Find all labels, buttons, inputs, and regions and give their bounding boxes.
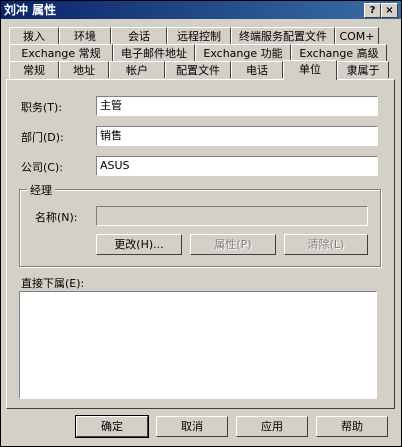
apply-button[interactable]: 应用 bbox=[236, 416, 308, 437]
manager-name-field bbox=[96, 206, 368, 226]
tab-environment[interactable]: 环境 bbox=[59, 27, 111, 44]
tab-member-of[interactable]: 隶属于 bbox=[337, 61, 389, 78]
change-button[interactable]: 更改(H)... bbox=[96, 234, 182, 255]
ok-button[interactable]: 确定 bbox=[75, 415, 149, 438]
properties-dialog: 刘冲 属性 ? × 拨入 环境 会话 远程控制 终端服务配置文件 COM+ Ex… bbox=[0, 0, 402, 447]
tab-dial-in[interactable]: 拨入 bbox=[9, 27, 59, 44]
manager-group-title: 经理 bbox=[27, 182, 55, 198]
cancel-button[interactable]: 取消 bbox=[156, 416, 228, 437]
direct-reports-label: 直接下属(E): bbox=[21, 277, 85, 290]
properties-button: 属性(P) bbox=[190, 234, 276, 255]
tab-terminal-services[interactable]: 终端服务配置文件 bbox=[231, 27, 335, 44]
title-label: 职务(T): bbox=[21, 101, 63, 114]
close-icon[interactable]: × bbox=[381, 3, 398, 18]
company-label: 公司(C): bbox=[21, 161, 63, 174]
help-button[interactable]: 帮助 bbox=[316, 416, 388, 437]
manager-name-label: 名称(N): bbox=[35, 211, 78, 224]
tab-general[interactable]: 常规 bbox=[9, 61, 59, 78]
tab-telephones[interactable]: 电话 bbox=[231, 61, 283, 78]
tab-exchange-general[interactable]: Exchange 常规 bbox=[9, 44, 113, 61]
direct-reports-list[interactable] bbox=[19, 291, 377, 399]
company-field[interactable]: ASUS bbox=[96, 156, 378, 176]
clear-button: 清除(L) bbox=[284, 234, 368, 255]
tab-address[interactable]: 地址 bbox=[59, 61, 109, 78]
tab-exchange-features[interactable]: Exchange 功能 bbox=[195, 44, 291, 61]
tab-account[interactable]: 帐户 bbox=[109, 61, 165, 78]
department-field[interactable]: 销售 bbox=[96, 126, 378, 146]
title-field[interactable]: 主管 bbox=[96, 96, 378, 116]
window-title: 刘冲 属性 bbox=[4, 3, 57, 17]
tab-remote-control[interactable]: 远程控制 bbox=[167, 27, 231, 44]
title-bar: 刘冲 属性 ? × bbox=[1, 1, 401, 19]
help-icon[interactable]: ? bbox=[364, 3, 381, 18]
tab-email-addresses[interactable]: 电子邮件地址 bbox=[113, 44, 195, 61]
tab-com-plus[interactable]: COM+ bbox=[335, 27, 379, 44]
tab-sessions[interactable]: 会话 bbox=[111, 27, 167, 44]
manager-group bbox=[19, 189, 381, 267]
tab-organization[interactable]: 单位 bbox=[283, 60, 337, 80]
tab-exchange-advanced[interactable]: Exchange 高级 bbox=[291, 44, 387, 61]
tab-profile[interactable]: 配置文件 bbox=[165, 61, 231, 78]
department-label: 部门(D): bbox=[21, 131, 64, 144]
